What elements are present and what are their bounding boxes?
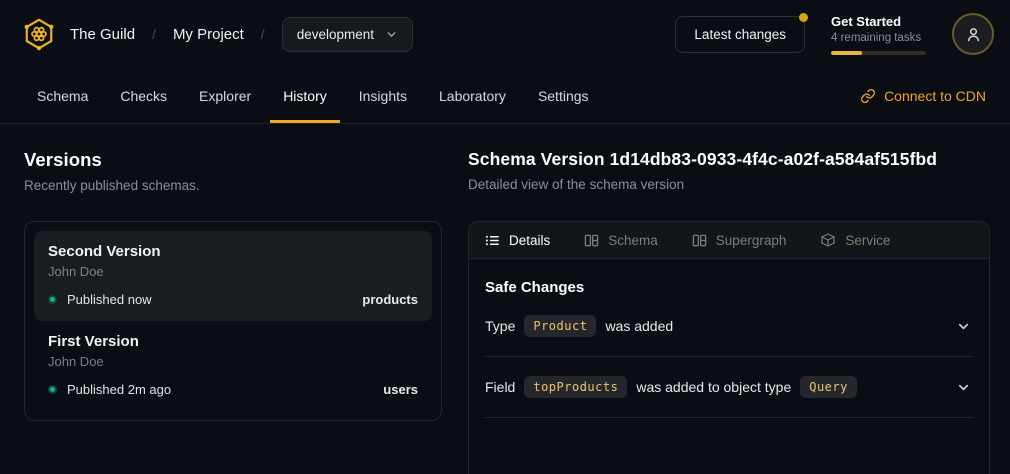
change-text: was added [605,318,673,334]
tab-insights[interactable]: Insights [346,68,420,123]
versions-title: Versions [24,149,442,171]
version-author: John Doe [48,264,418,279]
version-service: users [383,382,418,397]
safe-changes-title: Safe Changes [485,279,973,296]
schema-version-title: Schema Version 1d14db83-0933-4f4c-a02f-a… [468,149,990,170]
guild-logo-icon[interactable] [22,17,56,51]
detail-tab-label: Details [509,233,550,248]
breadcrumb: The Guild / My Project / development [70,17,413,52]
connect-to-cdn-link[interactable]: Connect to CDN [860,68,986,123]
version-title: First Version [48,333,418,350]
version-author: John Doe [48,354,418,369]
tab-history[interactable]: History [270,68,340,123]
main-content: Versions Recently published schemas. Sec… [0,124,1010,474]
detail-tab-label: Schema [608,233,658,248]
version-detail-section: Schema Version 1d14db83-0933-4f4c-a02f-a… [468,149,990,474]
tab-checks[interactable]: Checks [107,68,180,123]
change-code-badge: Product [524,315,596,337]
cube-icon [820,232,836,248]
version-list-item[interactable]: First Version John Doe Published 2m ago … [34,321,432,411]
chevron-down-icon [956,380,971,395]
schema-version-subtitle: Detailed view of the schema version [468,177,990,192]
list-icon [485,233,500,248]
progress-fill [831,51,862,55]
versions-section: Versions Recently published schemas. Sec… [24,149,442,474]
tab-explorer[interactable]: Explorer [186,68,264,123]
environment-label: development [297,27,374,42]
detail-tab-label: Supergraph [716,233,787,248]
versions-subtitle: Recently published schemas. [24,178,442,193]
detail-content: Safe Changes Type Product was added Fiel… [469,259,989,438]
change-row[interactable]: Field topProducts was added to object ty… [485,357,973,418]
breadcrumb-separator: / [261,26,265,42]
detail-tab-service[interactable]: Service [820,232,890,248]
get-started-widget[interactable]: Get Started 4 remaining tasks [831,14,926,55]
detail-tab-schema[interactable]: Schema [584,233,658,248]
columns-icon [692,233,707,248]
get-started-subtitle: 4 remaining tasks [831,32,926,44]
tab-settings[interactable]: Settings [525,68,602,123]
published-dot-icon [48,295,57,304]
version-detail-card: Details Schema Super [468,221,990,474]
detail-tab-details[interactable]: Details [485,233,550,248]
breadcrumb-separator: / [152,26,156,42]
version-service: products [362,292,418,307]
breadcrumb-project[interactable]: My Project [173,26,244,43]
version-status: Published 2m ago [67,382,171,397]
change-text: Type [485,318,515,334]
latest-changes-button[interactable]: Latest changes [675,16,805,53]
primary-nav: Schema Checks Explorer History Insights … [0,68,1010,124]
version-title: Second Version [48,243,418,260]
change-code-badge: topProducts [524,376,627,398]
tab-schema[interactable]: Schema [24,68,101,123]
get-started-title: Get Started [831,14,926,29]
version-list-item[interactable]: Second Version John Doe Published now pr… [34,231,432,321]
user-avatar[interactable] [952,13,994,55]
change-text: was added to object type [636,379,791,395]
detail-tab-label: Service [845,233,890,248]
published-dot-icon [48,385,57,394]
detail-tab-supergraph[interactable]: Supergraph [692,233,787,248]
app-header: The Guild / My Project / development Lat… [0,0,1010,68]
chevron-down-icon [956,319,971,334]
connect-to-cdn-label: Connect to CDN [884,88,986,104]
breadcrumb-organization[interactable]: The Guild [70,26,135,43]
version-status: Published now [67,292,152,307]
versions-list: Second Version John Doe Published now pr… [24,221,442,421]
latest-changes-label: Latest changes [694,27,786,42]
link-icon [860,88,876,104]
change-code-badge: Query [800,376,857,398]
environment-selector[interactable]: development [282,17,413,52]
columns-icon [584,233,599,248]
change-row[interactable]: Type Product was added [485,296,973,357]
tab-laboratory[interactable]: Laboratory [426,68,519,123]
header-actions: Latest changes Get Started 4 remaining t… [675,13,994,55]
user-icon [965,26,982,43]
notification-dot-icon [799,13,808,22]
progress-bar [831,51,926,55]
detail-tab-bar: Details Schema Super [469,222,989,259]
change-text: Field [485,379,515,395]
chevron-down-icon [385,28,398,41]
